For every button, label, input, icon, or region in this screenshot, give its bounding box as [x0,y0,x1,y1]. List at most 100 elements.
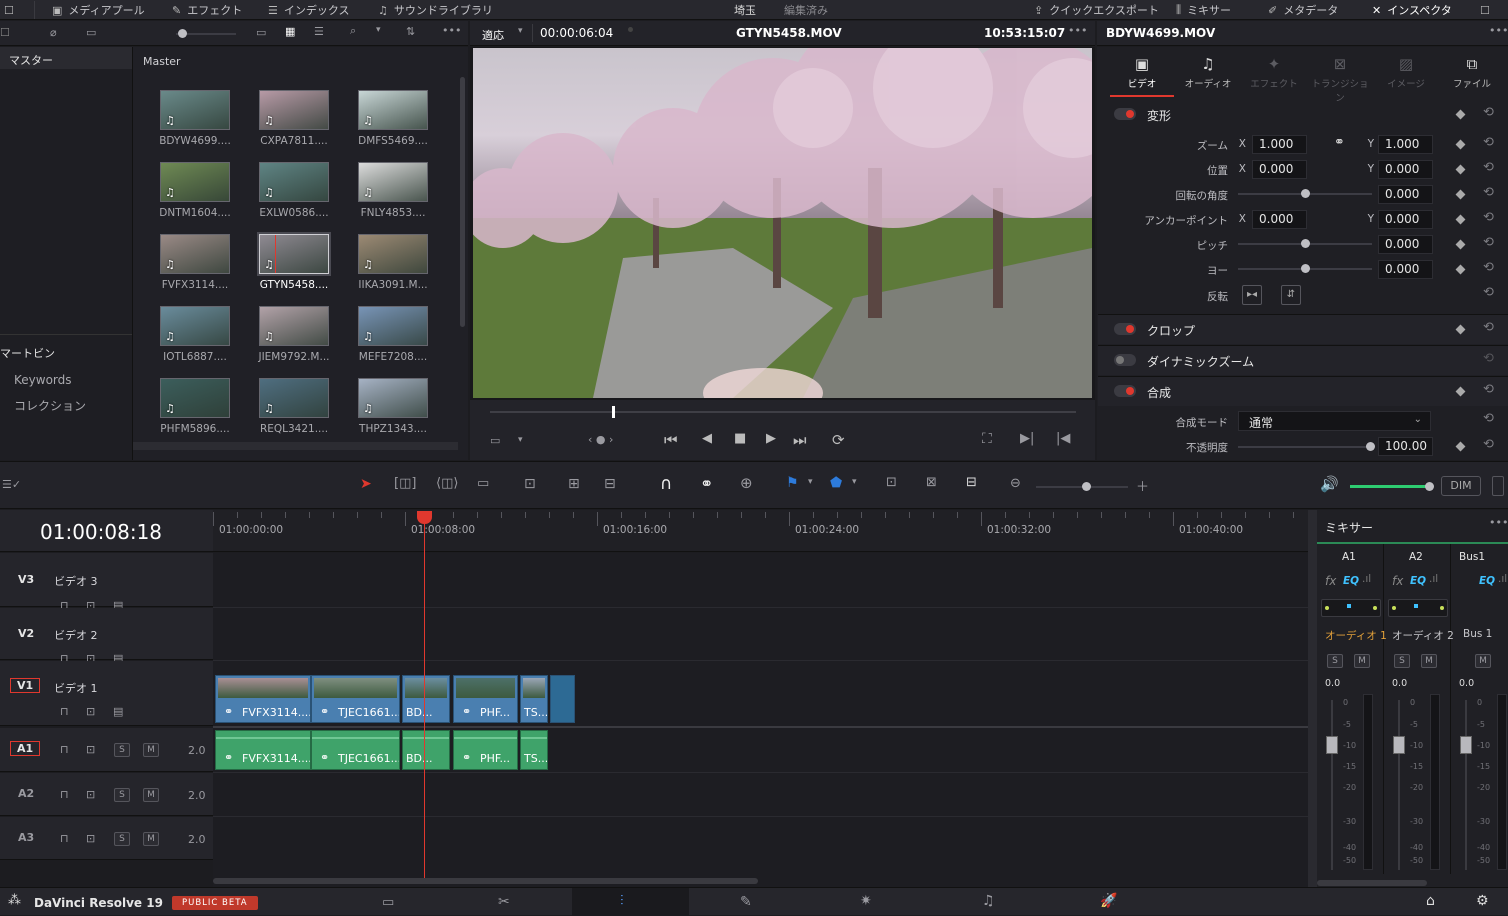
more-options-icon[interactable]: ••• [1489,516,1508,529]
reset-icon[interactable]: ⟲ [1483,411,1494,426]
dynamic-trim-icon[interactable]: ⟨◫⟩ [436,476,458,491]
pan-control[interactable] [1321,599,1381,617]
video-clip[interactable]: ⚭ TJEC1661.... [311,675,400,723]
reset-icon[interactable]: ⟲ [1483,105,1494,120]
auto-select-icon[interactable]: ⊡ [86,743,95,756]
audio-clip[interactable]: ⚭ TJEC1661.... [311,730,400,770]
pitch-knob[interactable] [1301,239,1310,248]
solo-button[interactable]: S [1394,654,1410,668]
sidebar-toggle[interactable]: ☐ [4,0,14,20]
zoom-out-icon[interactable]: ⊖ [1010,476,1021,491]
search-icon[interactable]: ⌕ [350,24,356,38]
cut-page-icon[interactable]: ✂ [498,894,510,910]
lock-icon[interactable]: ⊓ [60,705,69,718]
anchor-x-field[interactable]: 0.000 [1252,210,1307,229]
eq-label[interactable]: EQ [1343,575,1359,587]
timeline-v-scrollbar[interactable] [1308,510,1317,887]
mute-button[interactable]: M [143,788,159,802]
unlink-icon[interactable]: ⌀ [50,26,57,39]
mixer-h-scrollbar[interactable] [1317,880,1427,886]
pan-control[interactable] [1388,599,1448,617]
inspector-tab-2[interactable]: ✦ エフェクト [1242,52,1306,96]
audio-clip[interactable]: ⚭ FVFX3114.... [215,730,311,770]
loop-icon[interactable]: ⟳ [832,431,845,449]
pool-h-scrollbar[interactable] [133,442,458,450]
reset-icon[interactable]: ⟲ [1483,260,1494,275]
inspector-tab-0[interactable]: ▣ ビデオ [1110,52,1174,96]
lock-icon[interactable]: ⊓ [60,832,69,845]
go-to-end-icon[interactable]: ⏭ [793,431,807,449]
thumbnail-size-knob[interactable] [178,29,187,38]
home-icon[interactable]: ⌂ [1426,893,1435,909]
track-id-a3[interactable]: A3 [18,831,34,844]
reset-icon[interactable]: ⟲ [1483,185,1494,200]
position-x-field[interactable]: 0.000 [1252,160,1307,179]
chevron-down-icon[interactable]: ▾ [518,26,523,36]
zoom-detail-icon[interactable]: ⊠ [926,475,937,490]
reset-icon[interactable]: ⟲ [1483,437,1494,452]
go-to-start-icon[interactable]: ⏮ [664,431,678,449]
crop-toggle[interactable] [1114,323,1136,335]
composite-toggle[interactable] [1114,385,1136,397]
clip-thumbnail[interactable]: ♫ [160,234,230,274]
track-id-a1[interactable]: A1 [10,741,41,756]
dim-button[interactable]: DIM [1441,476,1481,496]
yaw-field[interactable]: 0.000 [1378,260,1433,279]
video-clip[interactable] [550,675,575,723]
collections-item[interactable]: コレクション [14,397,86,414]
auto-select-icon[interactable]: ⊡ [86,705,95,718]
clip-thumbnail[interactable]: ♫ [160,306,230,346]
scrubber-playhead[interactable] [612,406,615,418]
selection-tool-icon[interactable]: ➤ [360,476,372,492]
color-page-icon[interactable]: ✷ [860,893,872,909]
audio-clip[interactable]: ⚭ PHF... [453,730,518,770]
more-options-icon[interactable]: ••• [442,24,461,37]
zoom-y-field[interactable]: 1.000 [1378,135,1433,154]
effects-button[interactable]: ✎ エフェクト [172,0,242,20]
timeline-tracks[interactable]: ⚭ FVFX3114.... ⚭ TJEC1661.... BD... ⚭ PHF... TS… [213,553,1308,887]
solo-button[interactable]: S [1327,654,1343,668]
clip-thumbnail[interactable]: ♫ [259,306,329,346]
timeline-ruler[interactable]: 01:00:00:00 01:00:08:00 01:00:16:00 01:00:2… [213,510,1308,552]
eq-label[interactable]: EQ [1479,575,1495,587]
insert-clip-icon[interactable]: ⊡ [524,476,536,492]
auto-select-icon[interactable]: ⊡ [86,832,95,845]
clip-thumbnail[interactable]: ♫ [160,90,230,130]
scrubber[interactable] [490,411,1076,413]
clip-thumbnail[interactable]: ♫ [358,162,428,202]
audio-clip[interactable]: BD... [402,730,450,770]
sound-library-button[interactable]: ♫ サウンドライブラリ [378,0,493,20]
comment-icon[interactable]: ▭ [86,26,96,39]
link-icon[interactable]: ⚭ [1334,135,1345,150]
fairlight-page-icon[interactable]: ♫ [982,893,995,909]
solo-button[interactable]: S [114,832,130,846]
opacity-knob[interactable] [1366,442,1375,451]
fit-dropdown[interactable]: 適応 [482,27,504,43]
clip-thumbnail[interactable]: ♫ [160,162,230,202]
reset-icon[interactable]: ⟲ [1483,320,1494,335]
trim-tool-icon[interactable]: [◫] [394,476,416,491]
flip-horizontal-button[interactable]: ▸◂ [1242,285,1262,305]
timeline-zoom-knob[interactable] [1082,482,1091,491]
edit-page-tab[interactable]: ⫶ [572,888,689,916]
mark-in-icon[interactable]: ▶| [1020,431,1034,446]
chevron-down-icon[interactable]: ▾ [852,477,857,487]
mute-button[interactable]: M [1475,654,1491,668]
list-view-icon[interactable]: ☰ [314,25,324,38]
viewer-mode-icon[interactable]: ▭ [490,434,500,447]
clip-thumbnail[interactable]: ♫ [259,234,329,274]
panel-toggle-right[interactable]: ☐ [1480,0,1490,20]
video-clip[interactable]: BD... [402,675,450,723]
fx-label[interactable]: fx [1325,574,1336,588]
replace-clip-icon[interactable]: ⊟ [604,476,616,492]
zoom-in-icon[interactable]: ＋ [1136,476,1149,495]
reset-icon[interactable]: ⟲ [1483,135,1494,150]
solo-button[interactable]: S [114,743,130,757]
opacity-slider[interactable] [1238,446,1372,448]
index-button[interactable]: ☰ インデックス [268,0,350,20]
fusion-page-icon[interactable]: ✎ [740,894,752,910]
clip-thumbnail[interactable]: ♫ [259,90,329,130]
reset-icon[interactable]: ⟲ [1483,382,1494,397]
flag-icon[interactable]: ⚑ [786,475,799,491]
mute-button[interactable]: M [1354,654,1370,668]
